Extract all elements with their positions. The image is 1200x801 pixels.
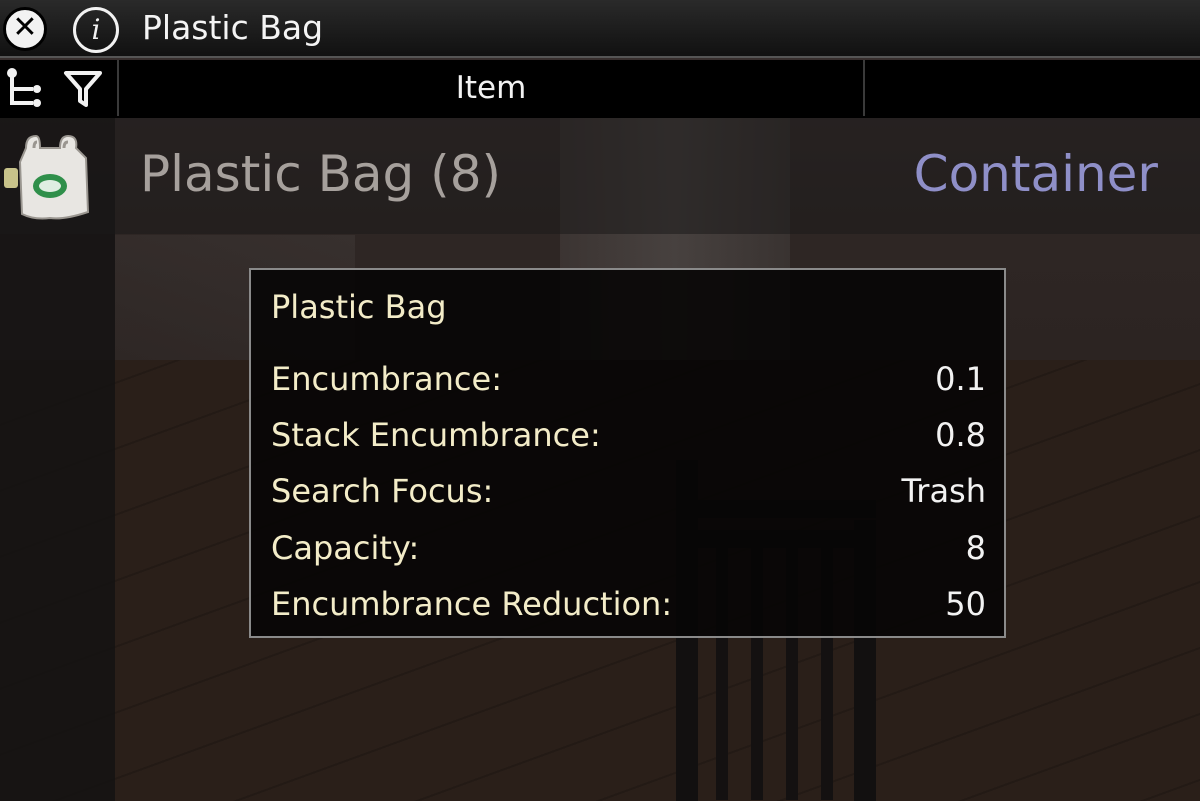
item-category: Container: [913, 145, 1158, 203]
property-value: Trash: [901, 472, 986, 510]
property-label: Capacity:: [271, 529, 420, 567]
property-label: Stack Encumbrance:: [271, 416, 601, 454]
tooltip-title: Plastic Bag: [271, 288, 447, 326]
column-header-item[interactable]: Item: [117, 60, 865, 116]
item-tooltip: Plastic Bag Encumbrance: 0.1 Stack Encum…: [249, 268, 1006, 638]
info-icon[interactable]: i: [73, 7, 119, 53]
tooltip-property-row: Encumbrance: 0.1: [271, 360, 986, 406]
tooltip-property-row: Search Focus: Trash: [271, 472, 986, 518]
plastic-bag-icon: [4, 128, 96, 220]
tooltip-property-row: Encumbrance Reduction: 50: [271, 585, 986, 631]
property-label: Encumbrance Reduction:: [271, 585, 673, 623]
property-value: 8: [965, 529, 986, 567]
column-header-type[interactable]: [866, 60, 1200, 116]
window-title: Plastic Bag: [142, 8, 324, 47]
property-value: 50: [945, 585, 986, 623]
filter-icon[interactable]: [58, 63, 108, 115]
property-value: 0.1: [935, 360, 986, 398]
tooltip-property-row: Capacity: 8: [271, 529, 986, 575]
tree-view-icon[interactable]: [3, 63, 53, 115]
item-name: Plastic Bag (8): [140, 145, 502, 203]
property-value: 0.8: [935, 416, 986, 454]
property-label: Search Focus:: [271, 472, 494, 510]
window-titlebar: ✕ i Plastic Bag: [0, 0, 1200, 58]
property-label: Encumbrance:: [271, 360, 502, 398]
tooltip-property-row: Stack Encumbrance: 0.8: [271, 416, 986, 462]
close-icon[interactable]: ✕: [3, 7, 47, 51]
